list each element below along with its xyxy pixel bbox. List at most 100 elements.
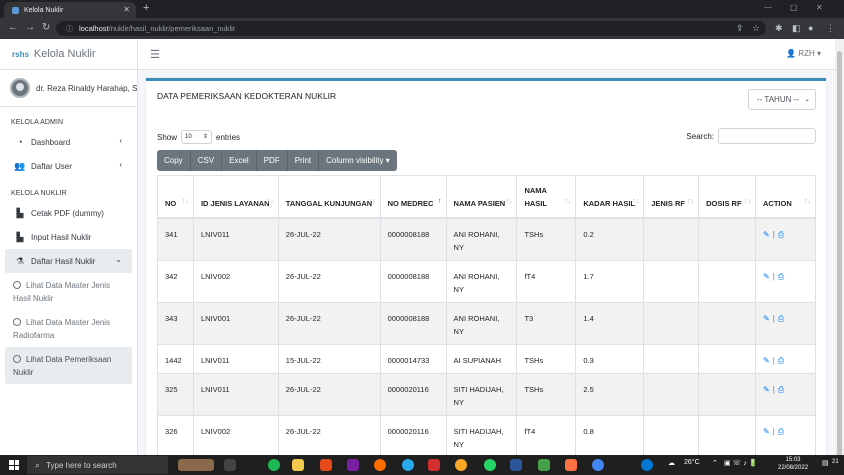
print-icon[interactable]: ⎙ xyxy=(778,385,784,394)
sidebar-item-dashboard[interactable]: ◔ Dashboard ‹ xyxy=(0,130,132,154)
edit-icon[interactable]: ✎ xyxy=(763,314,770,323)
side-panel-icon[interactable]: ◧ xyxy=(792,23,801,34)
sidebar-item-input-hasil[interactable]: ▙ Input Hasil Nuklir xyxy=(0,225,132,249)
app-icon[interactable] xyxy=(538,459,550,471)
scrollbar-thumb[interactable] xyxy=(837,51,842,456)
sidebar-subitem-pemeriksaan[interactable]: Lihat Data Pemeriksaan Nuklir xyxy=(5,347,132,384)
print-icon[interactable]: ⎙ xyxy=(778,356,784,365)
entries-select[interactable]: 10 ⇕ xyxy=(181,130,213,144)
file-explorer-icon[interactable] xyxy=(292,459,304,471)
bookmark-star-icon[interactable]: ☆ xyxy=(752,23,760,34)
sidebar-subitem-master-radiofarma[interactable]: Lihat Data Master Jenis Radiofarma xyxy=(0,310,137,347)
sidebar-item-label: Daftar User xyxy=(31,161,72,171)
whatsapp-icon[interactable] xyxy=(484,459,496,471)
data-table: NO ↑↓ ID JENIS LAYANAN ↑↓ TANGGAL KUNJUNGA… xyxy=(157,175,816,458)
app-icon[interactable] xyxy=(455,459,467,471)
cell-tanggal: 26-JUL-22 xyxy=(277,217,381,261)
col-header-label: NAMA PASIEN xyxy=(453,199,506,208)
col-header-tanggal[interactable]: TANGGAL KUNJUNGAN ↑↓ xyxy=(277,175,381,219)
menu-dots-icon[interactable]: ⋮ xyxy=(826,23,835,34)
edit-icon[interactable]: ✎ xyxy=(763,230,770,239)
col-header-kadar-hasil[interactable]: KADAR HASIL ↑↓ xyxy=(575,175,645,219)
sidebar-subitem-master-hasil[interactable]: Lihat Data Master Jenis Hasil Nuklir xyxy=(0,273,137,310)
minimize-icon[interactable]: — xyxy=(764,3,772,12)
chrome-icon[interactable] xyxy=(592,459,604,471)
app-icon[interactable] xyxy=(347,459,359,471)
clock[interactable]: 15:03 22/08/2022 xyxy=(778,456,808,472)
weather-icon[interactable]: ☁ xyxy=(668,459,675,467)
sidebar-item-daftar-hasil[interactable]: ⚗ Daftar Hasil Nuklir ⌄ xyxy=(5,249,132,273)
task-view-icon[interactable] xyxy=(224,459,236,471)
nav-header-nuklir: KELOLA NUKLIR xyxy=(11,190,67,197)
entries-length: Show 10 ⇕ entries xyxy=(157,130,240,144)
year-select[interactable]: -- TAHUN -- ⌄ xyxy=(748,89,816,110)
print-button[interactable]: Print xyxy=(287,150,320,171)
word-icon[interactable] xyxy=(510,459,522,471)
app-icon[interactable] xyxy=(565,459,577,471)
col-header-dosis-rf[interactable]: DOSIS RF ↑↓ xyxy=(698,175,757,219)
sidebar-item-daftar-user[interactable]: 👥 Daftar User ‹ xyxy=(0,154,132,178)
column-visibility-button[interactable]: Column visibility ▾ xyxy=(319,150,397,171)
tab-close-icon[interactable]: ✕ xyxy=(123,5,130,14)
spotify-icon[interactable] xyxy=(268,459,280,471)
reload-icon[interactable]: ↻ xyxy=(42,22,50,33)
col-header-no-medrec[interactable]: NO MEDREC ↑ xyxy=(379,175,447,219)
edit-icon[interactable]: ✎ xyxy=(763,356,770,365)
file-icon: ▙ xyxy=(16,207,24,218)
address-bar[interactable]: ⓘ localhost /nuklir/hasil_nuklir/pemerik… xyxy=(56,21,766,36)
cortana-image-icon[interactable] xyxy=(178,459,214,471)
edit-icon[interactable]: ✎ xyxy=(763,427,770,436)
col-header-id-jenis[interactable]: ID JENIS LAYANAN ↑↓ xyxy=(192,175,279,219)
user-menu[interactable]: 👤 RZH ▾ xyxy=(786,49,821,58)
sidebar-item-cetak-pdf[interactable]: ▙ Cetak PDF (dummy) xyxy=(0,201,132,225)
copy-button[interactable]: Copy xyxy=(157,150,191,171)
share-icon[interactable]: ⇪ xyxy=(736,23,744,34)
cell-id-jenis: LNIV011 xyxy=(192,217,279,261)
col-header-no[interactable]: NO ↑↓ xyxy=(157,175,194,219)
taskbar-search[interactable]: ⌕ Type here to search xyxy=(27,456,168,474)
excel-button[interactable]: Excel xyxy=(222,150,257,171)
windows-start-icon[interactable] xyxy=(9,460,19,470)
page-scrollbar[interactable] xyxy=(835,39,844,456)
search-input[interactable] xyxy=(718,128,816,144)
forward-icon[interactable]: → xyxy=(25,22,35,33)
app-icon[interactable] xyxy=(428,459,440,471)
tab-title: Kelola Nuklir xyxy=(24,6,64,14)
edit-icon[interactable]: ✎ xyxy=(763,272,770,281)
info-icon[interactable]: ⓘ xyxy=(66,24,73,34)
app-navbar: ☰ 👤 RZH ▾ xyxy=(138,39,835,70)
print-icon[interactable]: ⎙ xyxy=(778,427,784,436)
weather-temp[interactable]: 26°C xyxy=(684,459,700,466)
csv-button[interactable]: CSV xyxy=(190,150,223,171)
tray-icons[interactable]: ▣ ☏ ♪ 🔋 xyxy=(724,459,757,467)
print-icon[interactable]: ⎙ xyxy=(778,314,784,323)
app-icon[interactable] xyxy=(641,459,653,471)
tray-arrow-icon[interactable]: ⌃ xyxy=(712,459,718,467)
back-icon[interactable]: ← xyxy=(8,22,18,33)
col-header-jenis-rf[interactable]: JENIS RF ↑↓ xyxy=(643,175,700,219)
pdf-button[interactable]: PDF xyxy=(256,150,288,171)
cell-no: 342 xyxy=(157,260,194,303)
firefox-icon[interactable] xyxy=(374,459,386,471)
notification-icon[interactable]: ▤ xyxy=(822,459,829,467)
browser-tab[interactable]: Kelola Nuklir ✕ xyxy=(4,2,136,18)
app-icon[interactable] xyxy=(320,459,332,471)
user-panel[interactable]: dr. Reza Rinaldy Harahap, S xyxy=(0,70,137,107)
maximize-icon[interactable]: ▢ xyxy=(790,3,798,12)
col-header-nama-pasien[interactable]: NAMA PASIEN ↑↓ xyxy=(445,175,518,219)
taskbar-search-placeholder: Type here to search xyxy=(46,460,117,470)
close-window-icon[interactable]: ✕ xyxy=(816,3,823,12)
edit-icon[interactable]: ✎ xyxy=(763,385,770,394)
col-header-nama-hasil[interactable]: NAMA HASIL ↑↓ xyxy=(516,175,577,219)
print-icon[interactable]: ⎙ xyxy=(778,272,784,281)
hamburger-menu-icon[interactable]: ☰ xyxy=(150,48,160,61)
col-header-action[interactable]: ACTION ↑↓ xyxy=(755,175,816,219)
notification-count[interactable]: 21 xyxy=(832,459,839,465)
extensions-icon[interactable]: ✱ xyxy=(775,23,783,34)
brand[interactable]: rshs Kelola Nuklir xyxy=(0,39,137,70)
cell-medrec: 0000020116 xyxy=(379,373,447,416)
profile-icon[interactable]: ● xyxy=(808,23,813,33)
print-icon[interactable]: ⎙ xyxy=(778,230,784,239)
new-tab-icon[interactable]: + xyxy=(143,2,149,14)
telegram-icon[interactable] xyxy=(402,459,414,471)
